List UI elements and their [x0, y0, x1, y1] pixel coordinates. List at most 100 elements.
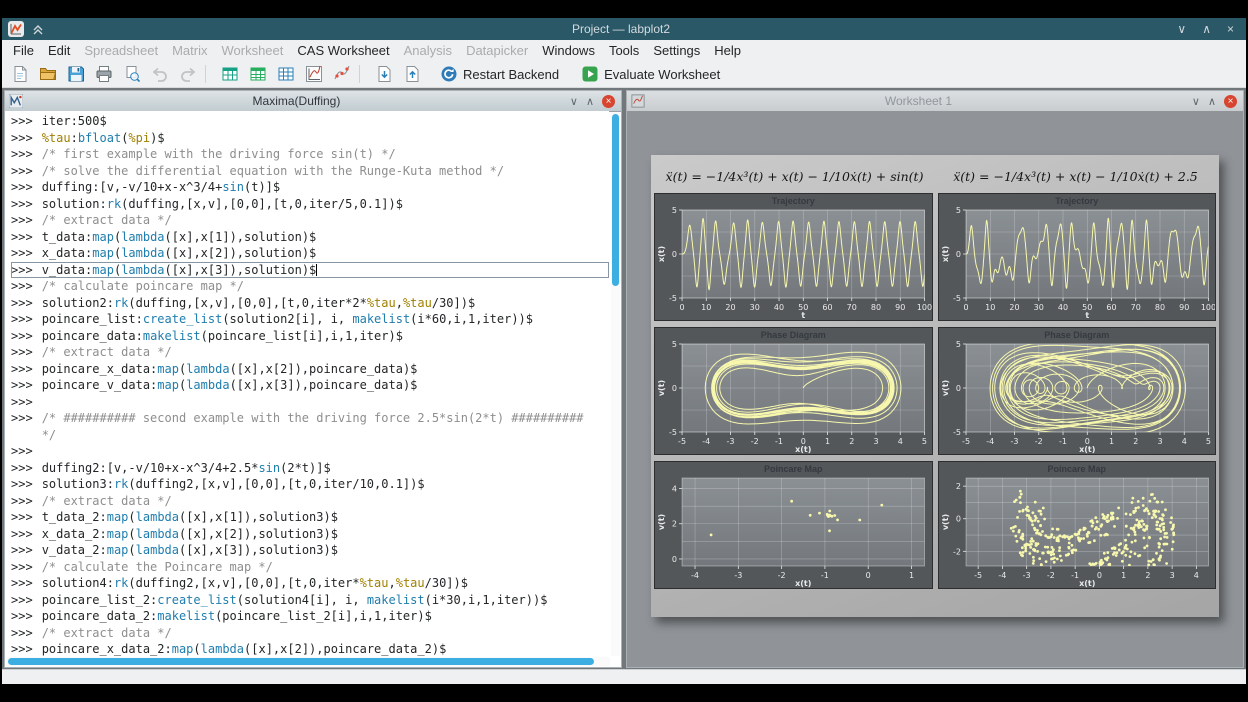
code-token: solution2: — [42, 296, 114, 310]
svg-text:-5: -5 — [962, 437, 970, 446]
print-preview-button[interactable] — [119, 62, 145, 86]
equation-label-2[interactable]: ẍ(t) = −1/4x³(t) + x(t) − 1/10ẋ(t) + 2… — [935, 165, 1216, 193]
menu-tools[interactable]: Tools — [602, 40, 646, 61]
console[interactable]: >>>iter:500$>>>%tau:bfloat(%pi)$>>>/* fi… — [5, 111, 609, 657]
plot-poincare-1[interactable]: Poincare Map-4-3-2-101024x(t)v(t) — [654, 461, 933, 589]
plot-trajectory-2[interactable]: Trajectory0102030405060708090100-505tx(t… — [938, 193, 1217, 321]
svg-text:70: 70 — [1130, 303, 1140, 312]
console-line[interactable]: >>> — [11, 394, 609, 411]
toolbar-separator — [205, 65, 213, 83]
console-line[interactable]: >>>t_data_2:map(lambda([x],x[1]),solutio… — [11, 509, 609, 526]
minimize-button[interactable]: ∨ — [570, 95, 578, 108]
console-line[interactable]: >>>poincare_list_2:create_list(solution4… — [11, 592, 609, 609]
new-datapicker-button[interactable] — [329, 62, 355, 86]
console-line[interactable]: >>>solution2:rk(duffing,[x,v],[0,0],[t,0… — [11, 295, 609, 312]
svg-text:40: 40 — [774, 303, 784, 312]
new-matrix-button[interactable] — [273, 62, 299, 86]
keep-above-icon[interactable] — [30, 21, 46, 37]
horizontal-scrollbar[interactable] — [6, 657, 610, 666]
console-prompt: >>> — [11, 312, 33, 326]
menu-edit[interactable]: Edit — [41, 40, 77, 61]
plot-trajectory-1[interactable]: Trajectory0102030405060708090100-505tx(t… — [654, 193, 933, 321]
console-line[interactable]: >>>solution4:rk(duffing2,[x,v],[0,0],[t,… — [11, 575, 609, 592]
maximize-button[interactable]: ∧ — [586, 95, 594, 108]
titlebar[interactable]: Project — labplot2 ∨∧× — [2, 18, 1246, 40]
menu-help[interactable]: Help — [707, 40, 748, 61]
console-line[interactable]: >>>/* solve the differential equation wi… — [11, 163, 609, 180]
menu-windows[interactable]: Windows — [535, 40, 602, 61]
console-line[interactable]: >>>poincare_data:makelist(poincare_list[… — [11, 328, 609, 345]
console-line[interactable]: >>>poincare_x_data:map(lambda([x],x[2]),… — [11, 361, 609, 378]
vertical-scrollbar[interactable] — [611, 112, 620, 656]
evaluate-worksheet-button[interactable]: Evaluate Worksheet — [573, 63, 728, 85]
save-button[interactable] — [63, 62, 89, 86]
minimize-button[interactable]: ∨ — [1192, 95, 1200, 108]
horizontal-scrollbar-thumb[interactable] — [8, 658, 594, 665]
equation-label-1[interactable]: ẍ(t) = −1/4x³(t) + x(t) − 1/10ẋ(t) + s… — [654, 165, 935, 193]
plot-phase-1[interactable]: Phase Diagram-5-4-3-2-1012345-505x(t)v(t… — [654, 327, 933, 455]
console-line[interactable]: >>>duffing2:[v,-v/10+x-x^3/4+2.5*sin(2*t… — [11, 460, 609, 477]
console-line[interactable]: >>>poincare_list:create_list(solution2[i… — [11, 311, 609, 328]
code-token: makelist — [367, 593, 425, 607]
console-line[interactable]: >>> — [11, 443, 609, 460]
new-document-button[interactable] — [7, 62, 33, 86]
menu-settings[interactable]: Settings — [646, 40, 707, 61]
console-line[interactable]: >>>/* ########## second example with the… — [11, 410, 609, 427]
console-line[interactable]: >>>/* first example with the driving for… — [11, 146, 609, 163]
open-folder-button[interactable] — [35, 62, 61, 86]
menu-cas-worksheet[interactable]: CAS Worksheet — [290, 40, 396, 61]
console-line[interactable]: >>>solution3:rk(duffing2,[x,v],[0,0],[t,… — [11, 476, 609, 493]
import-button[interactable] — [371, 62, 397, 86]
console-line[interactable]: >>>%tau:bfloat(%pi)$ — [11, 130, 609, 147]
console-line[interactable]: >>>duffing:[v,-v/10+x-x^3/4+sin(t)]$ — [11, 179, 609, 196]
restart-backend-button[interactable]: Restart Backend — [432, 63, 567, 85]
console-line[interactable]: >>>/* calculate poincare map */ — [11, 278, 609, 295]
redo-button[interactable] — [175, 62, 201, 86]
console-line[interactable]: >>>/* extract data */ — [11, 212, 609, 229]
worksheet-view[interactable]: ẍ(t) = −1/4x³(t) + x(t) − 1/10ẋ(t) + s… — [627, 111, 1243, 667]
console-line[interactable]: >>>v_data_2:map(lambda([x],x[3]),solutio… — [11, 542, 609, 559]
print-button[interactable] — [91, 62, 117, 86]
export-icon — [403, 65, 421, 83]
console-line[interactable]: >>>solution:rk(duffing,[x,v],[0,0],[t,0,… — [11, 196, 609, 213]
svg-text:5: 5 — [672, 207, 677, 215]
vertical-scrollbar-thumb[interactable] — [612, 114, 619, 286]
close-button[interactable]: × — [602, 95, 615, 108]
new-worksheet-button[interactable] — [301, 62, 327, 86]
new-spreadsheet-button[interactable] — [245, 62, 271, 86]
worksheet-window-titlebar[interactable]: Worksheet 1 ∨∧× — [627, 91, 1243, 112]
plot-poincare-2[interactable]: Poincare Map-5-4-3-2-101234-202x(t)v(t) — [938, 461, 1217, 589]
console-line[interactable]: >>>/* extract data */ — [11, 625, 609, 642]
minimize-button[interactable]: ∨ — [1177, 18, 1186, 40]
console-line[interactable]: >>>iter:500$ — [11, 113, 609, 130]
menu-file[interactable]: File — [6, 40, 41, 61]
console-line[interactable]: >>>*/ — [11, 427, 609, 444]
export-button[interactable] — [399, 62, 425, 86]
console-line[interactable]: >>>/* extract data */ — [11, 493, 609, 510]
maximize-button[interactable]: ∧ — [1202, 18, 1211, 40]
plot-phase-2[interactable]: Phase Diagram-5-4-3-2-1012345-505x(t)v(t… — [938, 327, 1217, 455]
titlebar-controls: ∨ ∧ × — [1054, 18, 1246, 40]
close-button[interactable]: × — [1227, 18, 1234, 40]
cas-window-titlebar[interactable]: Maxima(Duffing) ∨∧× — [5, 91, 621, 112]
close-button[interactable]: × — [1224, 95, 1237, 108]
maximize-button[interactable]: ∧ — [1208, 95, 1216, 108]
console-line[interactable]: >>>t_data:map(lambda([x],x[1]),solution)… — [11, 229, 609, 246]
console-line[interactable]: >>>x_data:map(lambda([x],x[2]),solution)… — [11, 245, 609, 262]
console-line[interactable]: >>>poincare_data_2:makelist(poincare_lis… — [11, 608, 609, 625]
svg-text:100: 100 — [1200, 303, 1215, 312]
code-token: %pi — [128, 131, 150, 145]
plot-title: Phase Diagram — [655, 328, 932, 341]
undo-button[interactable] — [147, 62, 173, 86]
console-line[interactable]: >>>poincare_v_data:map(lambda([x],x[3]),… — [11, 377, 609, 394]
code-token: rk — [107, 197, 121, 211]
mdi-area: Maxima(Duffing) ∨∧× >>>iter:500$>>>%tau:… — [2, 88, 1246, 670]
new-workbook-button[interactable] — [217, 62, 243, 86]
console-line[interactable]: >>>/* extract data */ — [11, 344, 609, 361]
console-line[interactable]: >>>poincare_x_data_2:map(lambda([x],x[2]… — [11, 641, 609, 657]
code-token: )$ — [150, 131, 164, 145]
console-line[interactable]: >>>x_data_2:map(lambda([x],x[2]),solutio… — [11, 526, 609, 543]
console-line[interactable]: >>>/* calculate the Poincare map */ — [11, 559, 609, 576]
console-prompt: >>> — [11, 197, 33, 211]
console-line[interactable]: >>>v_data:map(lambda([x],x[3]),solution)… — [11, 262, 609, 279]
